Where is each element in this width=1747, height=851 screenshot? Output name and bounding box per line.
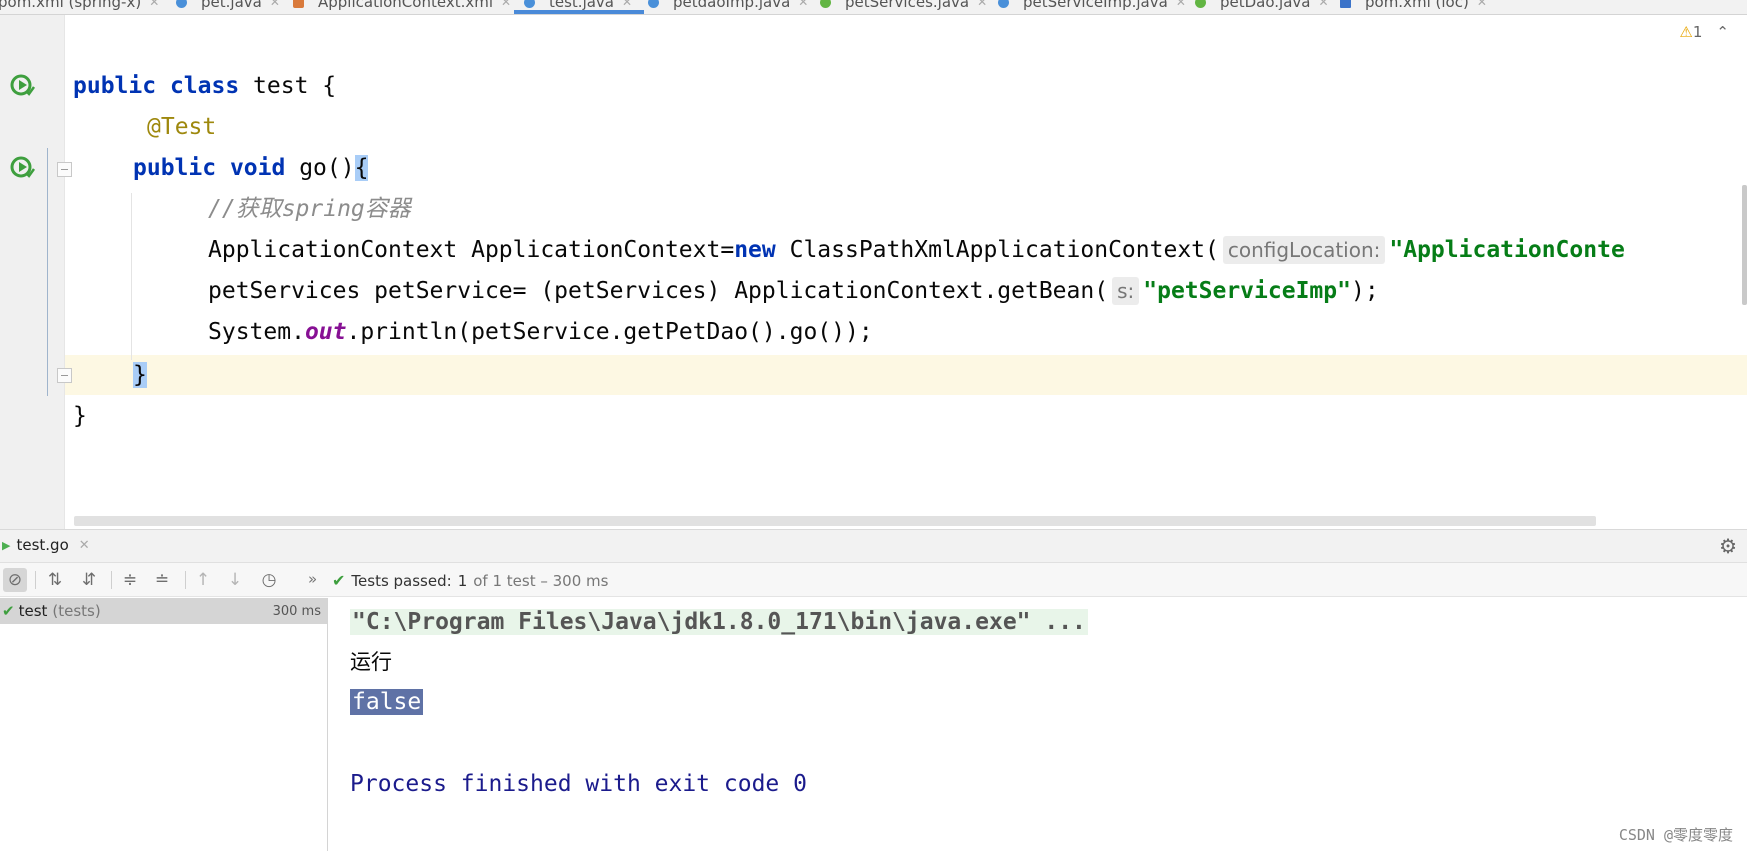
test-results-tree: ✔ test (tests) 300 ms: [0, 598, 328, 851]
editor-tab-strip: pom.xml (spring-x) ✕ pet.java ✕ Applicatio…: [0, 0, 1747, 15]
close-icon[interactable]: ✕: [149, 0, 159, 9]
code-editor[interactable]: public class test { @Test public void go…: [0, 15, 1747, 529]
run-tool-window-header: ▶ test.go ✕ ⚙: [0, 529, 1747, 563]
collapse-all-icon[interactable]: ≐: [150, 568, 174, 592]
previous-failed-test-icon[interactable]: ↑: [191, 568, 215, 592]
code-line-3: public void go(){: [133, 155, 369, 181]
tab-pom-spring[interactable]: pom.xml (spring-x) ✕: [0, 0, 159, 12]
watermark: CSDN @零度零度: [1618, 826, 1733, 844]
test-runner-toolbar: ⊘ ⇅ ⇵ ≑ ≐ ↑ ↓ ◷ » ✔ Tests passed: 1 of 1…: [0, 563, 1747, 597]
code-line-4: //获取spring容器: [208, 196, 411, 222]
toolbar-divider: [185, 571, 186, 589]
code-line-2: @Test: [147, 114, 217, 140]
run-tab-test-go[interactable]: ▶ test.go ✕: [2, 536, 90, 554]
console-output[interactable]: "C:\Program Files\Java\jdk1.8.0_171\bin\…: [328, 598, 1747, 851]
parameter-hint: s:: [1112, 277, 1140, 305]
class-icon: [524, 0, 535, 8]
chevron-up-icon[interactable]: ⌃: [1716, 23, 1729, 41]
console-exit-line: Process finished with exit code 0: [350, 771, 807, 797]
more-actions-icon[interactable]: »: [308, 570, 317, 588]
code-line-5: ApplicationContext ApplicationContext=ne…: [208, 236, 1625, 264]
expand-all-icon[interactable]: ≑: [118, 568, 142, 592]
tab-pet-java[interactable]: pet.java ✕: [176, 0, 280, 12]
tab-petdaoimp-java[interactable]: petdaoImp.java ✕: [648, 0, 808, 12]
code-line-9: }: [73, 403, 87, 429]
fold-toggle-icon[interactable]: [57, 162, 72, 177]
tab-petdao-java[interactable]: petDao.java ✕: [1195, 0, 1329, 12]
close-icon[interactable]: ✕: [977, 0, 987, 9]
gear-icon[interactable]: ⚙: [1719, 534, 1737, 558]
close-icon[interactable]: ✕: [1477, 0, 1487, 9]
close-icon[interactable]: ✕: [79, 538, 90, 553]
code-line-6: petServices petService= (petServices) Ap…: [208, 277, 1379, 305]
horizontal-scrollbar[interactable]: [74, 516, 1596, 526]
close-icon[interactable]: ✕: [501, 0, 511, 9]
maven-icon: [1340, 0, 1351, 8]
class-icon: [648, 0, 659, 8]
tab-test-java[interactable]: test.java ✕: [513, 0, 645, 14]
code-line-7: System.out.println(petService.getPetDao(…: [208, 319, 873, 345]
sort-by-duration-icon[interactable]: ⇵: [77, 568, 101, 592]
check-icon: ✔: [332, 571, 346, 590]
code-line-8: }: [133, 362, 147, 388]
code-lines: public class test { @Test public void go…: [0, 15, 1625, 429]
test-tree-row[interactable]: ✔ test (tests) 300 ms: [0, 598, 327, 624]
console-command-line: "C:\Program Files\Java\jdk1.8.0_171\bin\…: [350, 609, 1088, 635]
check-icon: ✔: [2, 602, 15, 620]
console-output-line: 运行: [350, 650, 392, 674]
next-failed-test-icon[interactable]: ↓: [223, 568, 247, 592]
toolbar-divider: [111, 571, 112, 589]
close-icon[interactable]: ✕: [622, 0, 632, 9]
close-icon[interactable]: ✕: [1318, 0, 1328, 9]
interface-icon: [820, 0, 831, 8]
indent-guide: [131, 193, 132, 360]
class-icon: [176, 0, 187, 8]
fold-toggle-icon[interactable]: [57, 368, 72, 383]
caret-line-highlight: [0, 355, 1747, 395]
tab-petservices-java[interactable]: petServices.java ✕: [820, 0, 987, 12]
xml-icon: [293, 0, 304, 8]
show-passed-toggle-icon[interactable]: ⊘: [3, 568, 27, 592]
tab-petserviceimp-java[interactable]: petServiceImp.java ✕: [998, 0, 1186, 12]
interface-icon: [1195, 0, 1206, 8]
close-icon[interactable]: ✕: [798, 0, 808, 9]
sort-alphabetically-icon[interactable]: ⇅: [43, 568, 67, 592]
close-icon[interactable]: ✕: [270, 0, 280, 9]
console-output-line: false: [350, 689, 424, 715]
tab-pom-ioc[interactable]: pom.xml (ioc) ✕: [1340, 0, 1487, 12]
tab-applicationcontext-xml[interactable]: ApplicationContext.xml ✕: [293, 0, 511, 12]
class-icon: [998, 0, 1009, 8]
vertical-scrollbar[interactable]: [1742, 185, 1747, 305]
parameter-hint: configLocation:: [1222, 236, 1386, 264]
close-icon[interactable]: ✕: [1176, 0, 1186, 9]
test-history-icon[interactable]: ◷: [257, 568, 281, 592]
run-config-icon: ▶: [2, 538, 11, 552]
toolbar-divider: [35, 571, 36, 589]
inspection-widget[interactable]: ⚠1 ⌃: [1679, 23, 1729, 41]
test-status: ✔ Tests passed: 1 of 1 test – 300 ms: [332, 571, 609, 590]
code-line-1: public class test {: [73, 73, 337, 99]
warning-icon: ⚠: [1679, 23, 1693, 41]
